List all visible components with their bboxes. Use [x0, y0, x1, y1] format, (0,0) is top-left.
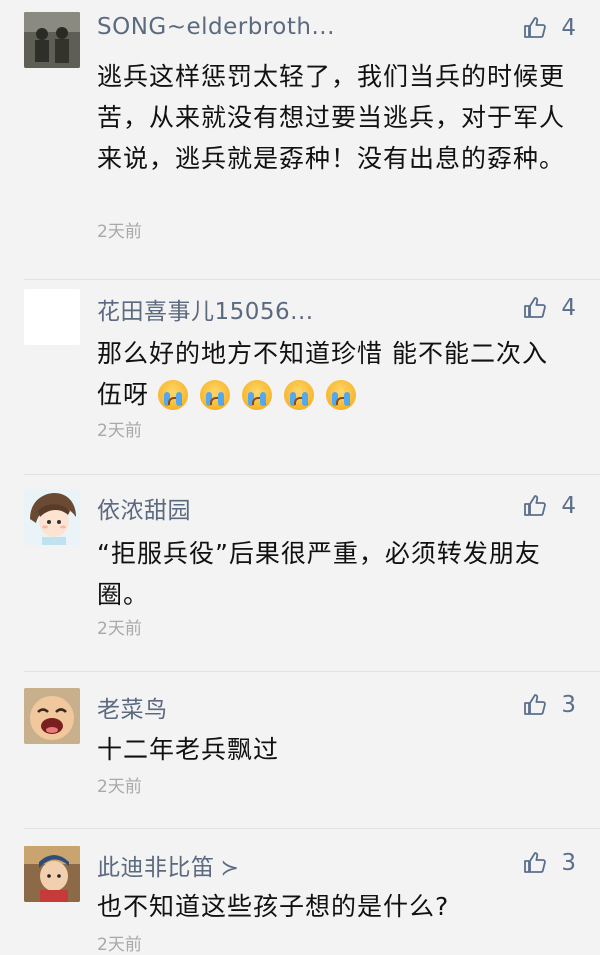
comment-item: 依浓甜园 4 “拒服兵役”后果很严重，必须转发朋友圈。 2天前 [0, 478, 600, 674]
like-count: 4 [561, 295, 576, 321]
thumbs-up-icon [524, 297, 547, 318]
user-avatar[interactable] [24, 688, 80, 744]
comment-time: 2天前 [97, 421, 142, 441]
user-name-text: 此迪非比笛 [97, 855, 215, 881]
thumbs-up-icon [524, 852, 547, 873]
thumbs-up-icon [524, 495, 547, 516]
blank-avatar-icon [24, 289, 80, 345]
comment-text: 也不知道这些孩子想的是什么? [97, 892, 450, 921]
user-name[interactable]: 此迪非比笛 ≻ [97, 848, 239, 882]
like-button[interactable]: 4 [523, 13, 576, 43]
user-name[interactable]: 依浓甜园 [97, 491, 191, 525]
user-name[interactable]: 老菜鸟 [97, 690, 168, 724]
crying-face-emoji [157, 379, 188, 410]
comment-time: 2天前 [97, 935, 142, 955]
thumbs-up-icon [524, 694, 547, 715]
like-button[interactable]: 3 [523, 848, 576, 878]
comment-item: 老菜鸟 3 十二年老兵飘过 2天前 [0, 674, 600, 830]
user-avatar[interactable] [24, 846, 80, 902]
child-photo-avatar-icon [24, 846, 80, 902]
user-avatar[interactable] [24, 289, 80, 345]
cartoon-girl-avatar-icon [24, 489, 80, 545]
like-button[interactable]: 3 [523, 690, 576, 720]
like-button[interactable]: 4 [523, 293, 576, 323]
divider [24, 474, 600, 475]
user-name[interactable]: 花田喜事儿15056... [97, 292, 314, 326]
user-name[interactable]: SONG~elderbroth... [97, 14, 335, 40]
crying-face-emoji [325, 379, 356, 410]
laughing-baby-avatar-icon [24, 688, 80, 744]
crying-face-emoji [241, 379, 272, 410]
like-count: 4 [561, 15, 576, 41]
divider [24, 671, 600, 672]
comment-text: 十二年老兵飘过 [97, 735, 280, 764]
comment-item: 花田喜事儿15056... 4 那么好的地方不知道珍惜 能不能二次入伍呀 2天前 [0, 280, 600, 475]
comment-time: 2天前 [97, 777, 142, 797]
like-button[interactable]: 4 [523, 491, 576, 521]
thumbs-up-icon [524, 17, 547, 38]
emoji-row [157, 376, 359, 417]
like-count: 4 [561, 493, 576, 519]
comment-time: 2天前 [97, 222, 142, 242]
crying-face-emoji [283, 379, 314, 410]
old-photo-avatar-icon [24, 12, 80, 68]
comment-text: 那么好的地方不知道珍惜 能不能二次入伍呀 [97, 333, 567, 417]
like-count: 3 [561, 692, 576, 718]
divider [24, 828, 600, 829]
user-avatar[interactable] [24, 489, 80, 545]
comment-text: 逃兵这样惩罚太轻了，我们当兵的时候更苦，从来就没有想过要当逃兵，对于军人来说，逃… [97, 62, 566, 173]
comment-item: SONG~elderbroth... 4 逃兵这样惩罚太轻了，我们当兵的时候更苦… [0, 0, 600, 280]
crying-face-emoji [199, 379, 230, 410]
comment-text: “拒服兵役”后果很严重，必须转发朋友圈。 [97, 539, 541, 609]
user-avatar[interactable] [24, 12, 80, 68]
comment-time: 2天前 [97, 619, 142, 639]
comment-item: 此迪非比笛 ≻ 3 也不知道这些孩子想的是什么? 2天前 [0, 830, 600, 955]
name-suffix-icon: ≻ [220, 856, 240, 881]
like-count: 3 [561, 850, 576, 876]
